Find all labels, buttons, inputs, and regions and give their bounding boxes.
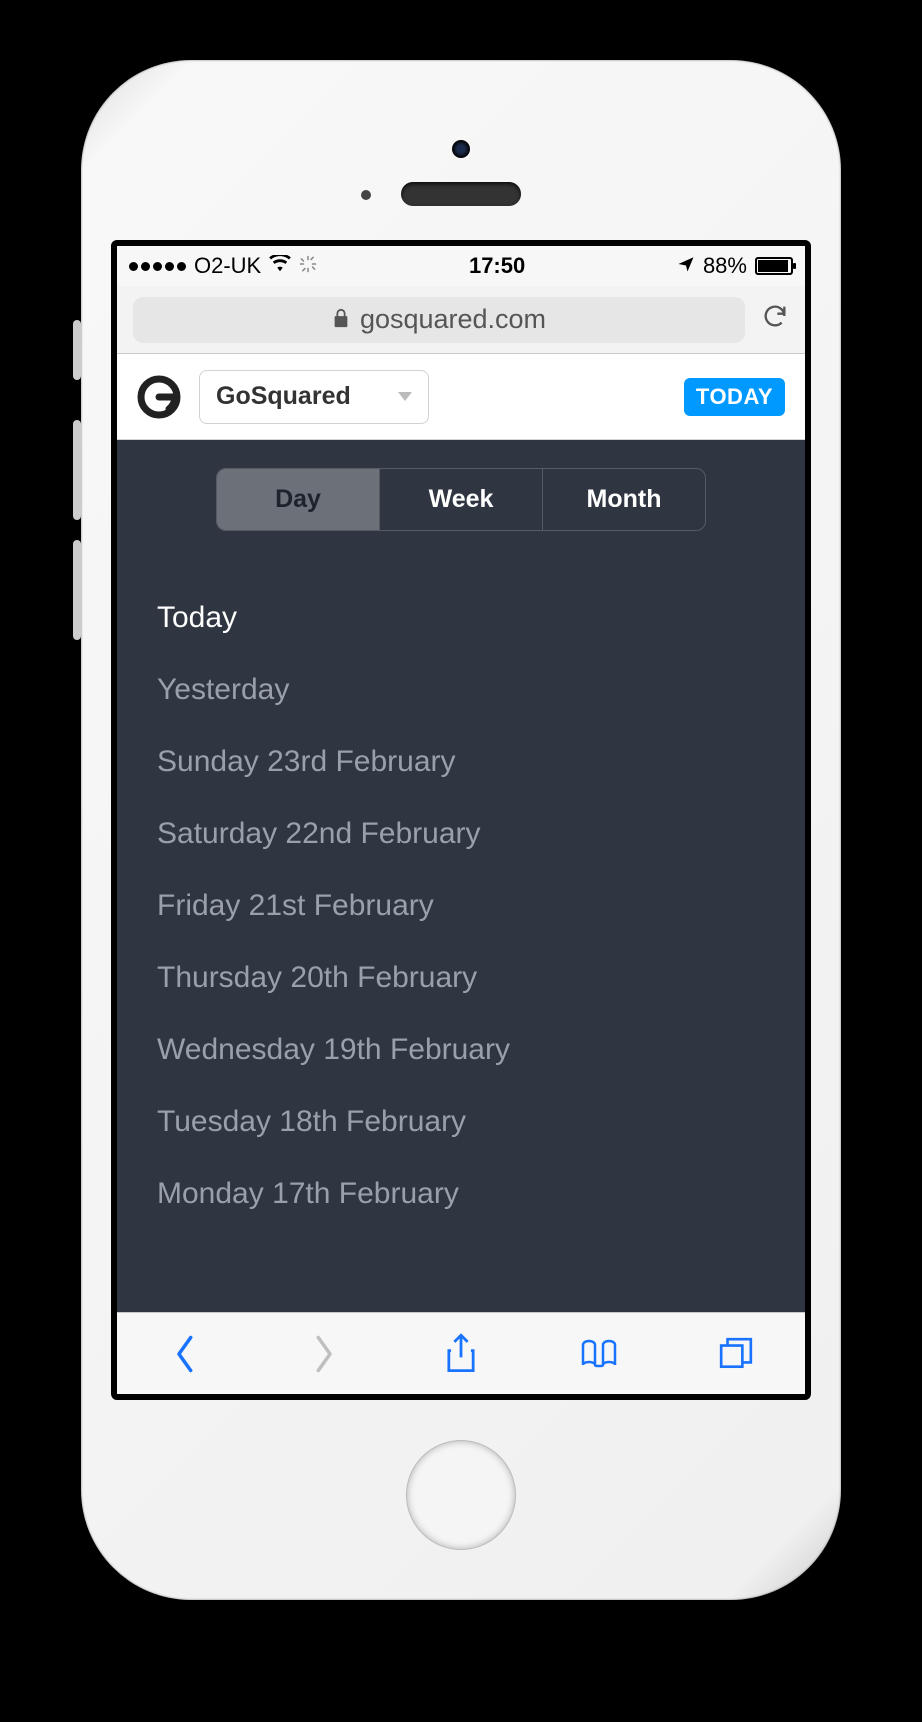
- date-list[interactable]: Today Yesterday Sunday 23rd February Sat…: [117, 531, 805, 1211]
- chevron-down-icon: [398, 392, 412, 401]
- home-button[interactable]: [406, 1440, 516, 1550]
- speaker: [401, 182, 521, 206]
- signal-dots-icon: [129, 262, 186, 271]
- date-option[interactable]: Today: [157, 601, 765, 635]
- today-button[interactable]: TODAY: [684, 378, 785, 416]
- app-header: GoSquared TODAY: [117, 354, 805, 440]
- date-picker-pane: Day Week Month Today Yesterday Sunday 23…: [117, 440, 805, 1312]
- vol-up: [73, 420, 81, 520]
- safari-urlbar[interactable]: gosquared.com: [117, 286, 805, 354]
- gosquared-logo-icon[interactable]: [137, 375, 181, 419]
- bookmarks-icon[interactable]: [579, 1334, 619, 1374]
- date-option[interactable]: Friday 21st February: [157, 889, 765, 923]
- iphone-frame: O2-UK 17:50 88%: [81, 60, 841, 1600]
- site-selector-label: GoSquared: [216, 382, 351, 411]
- range-segmented-control: Day Week Month: [216, 468, 706, 531]
- reload-icon[interactable]: [761, 302, 789, 337]
- date-option[interactable]: Thursday 20th February: [157, 961, 765, 995]
- screen: O2-UK 17:50 88%: [111, 240, 811, 1400]
- date-option[interactable]: Tuesday 18th February: [157, 1105, 765, 1139]
- address-field[interactable]: gosquared.com: [133, 297, 745, 343]
- battery-pct-label: 88%: [703, 253, 747, 279]
- share-icon[interactable]: [441, 1334, 481, 1374]
- lock-icon: [332, 304, 350, 335]
- vol-down: [73, 540, 81, 640]
- battery-icon: [755, 257, 793, 275]
- date-option[interactable]: Yesterday: [157, 673, 765, 707]
- safari-toolbar: [117, 1312, 805, 1394]
- back-icon[interactable]: [166, 1334, 206, 1374]
- date-option[interactable]: Wednesday 19th February: [157, 1033, 765, 1067]
- mute-switch: [73, 320, 81, 380]
- tabs-icon[interactable]: [716, 1334, 756, 1374]
- segment-month[interactable]: Month: [542, 469, 705, 530]
- clock-label: 17:50: [469, 253, 525, 279]
- date-option[interactable]: Monday 17th February: [157, 1177, 765, 1211]
- location-icon: [677, 253, 695, 279]
- date-option[interactable]: Sunday 23rd February: [157, 745, 765, 779]
- forward-icon: [303, 1334, 343, 1374]
- segment-day[interactable]: Day: [217, 469, 379, 530]
- proximity-sensor: [361, 190, 371, 200]
- segment-week[interactable]: Week: [379, 469, 542, 530]
- ios-statusbar: O2-UK 17:50 88%: [117, 246, 805, 286]
- wifi-icon: [269, 253, 291, 279]
- carrier-label: O2-UK: [194, 253, 261, 279]
- front-camera: [452, 140, 470, 158]
- loading-spinner-icon: [299, 253, 317, 279]
- date-option[interactable]: Saturday 22nd February: [157, 817, 765, 851]
- domain-label: gosquared.com: [360, 304, 546, 335]
- site-selector[interactable]: GoSquared: [199, 370, 429, 424]
